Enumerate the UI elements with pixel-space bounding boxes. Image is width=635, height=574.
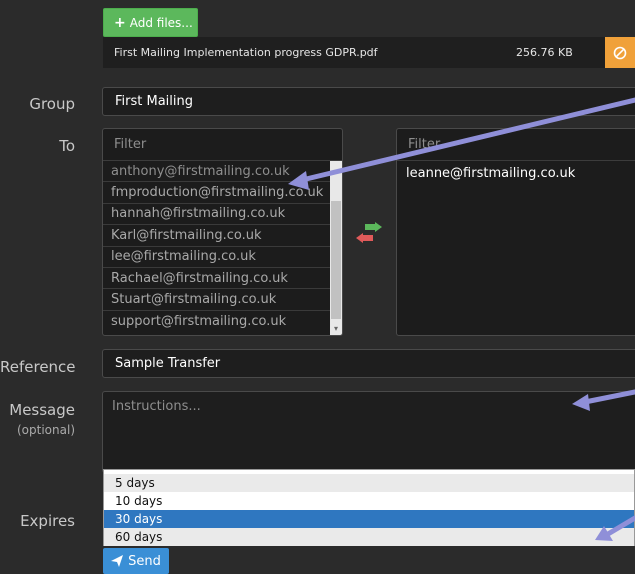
list-item[interactable]: anthony@firstmailing.co.uk bbox=[103, 161, 331, 183]
scrollbar-thumb[interactable] bbox=[331, 201, 342, 319]
ban-icon bbox=[613, 46, 627, 59]
file-size: 256.76 KB bbox=[516, 46, 573, 59]
send-label: Send bbox=[128, 553, 161, 569]
scroll-down-icon[interactable]: ▾ bbox=[330, 322, 342, 334]
expires-dropdown[interactable]: 5 days 10 days 30 days 60 days bbox=[103, 469, 635, 546]
expires-option-selected[interactable]: 30 days bbox=[104, 510, 634, 528]
message-optional-label: (optional) bbox=[17, 423, 75, 437]
message-placeholder: Instructions... bbox=[112, 399, 201, 414]
group-select[interactable]: First Mailing bbox=[102, 87, 635, 116]
selected-recipients-list[interactable]: Filter leanne@firstmailing.co.uk bbox=[396, 128, 635, 336]
message-label: Message bbox=[9, 401, 75, 419]
uploaded-file-row: First Mailing Implementation progress GD… bbox=[103, 37, 635, 68]
expires-option[interactable]: 10 days bbox=[104, 492, 634, 510]
expires-option[interactable]: 60 days bbox=[104, 528, 634, 546]
to-label: To bbox=[59, 137, 75, 155]
message-textarea[interactable]: Instructions... bbox=[102, 391, 635, 473]
selected-filter-input[interactable]: Filter bbox=[397, 129, 635, 161]
add-files-label: Add files... bbox=[129, 15, 193, 30]
list-item[interactable]: Rachael@firstmailing.co.uk bbox=[103, 268, 331, 290]
transfer-arrows-icon[interactable] bbox=[355, 222, 383, 244]
group-value: First Mailing bbox=[115, 94, 193, 109]
expires-label: Expires bbox=[20, 512, 75, 530]
list-item[interactable]: leanne@firstmailing.co.uk bbox=[397, 162, 635, 184]
list-item[interactable]: Stuart@firstmailing.co.uk bbox=[103, 289, 331, 311]
group-label: Group bbox=[29, 95, 75, 113]
list-scrollbar[interactable]: ▾ bbox=[330, 161, 342, 335]
available-filter-input[interactable]: Filter bbox=[103, 129, 342, 161]
list-item[interactable]: Karl@firstmailing.co.uk bbox=[103, 225, 331, 247]
send-button[interactable]: Send bbox=[103, 548, 169, 574]
available-recipients-list[interactable]: Filter anthony@firstmailing.co.uk fmprod… bbox=[102, 128, 343, 336]
list-item[interactable]: fmproduction@firstmailing.co.uk bbox=[103, 182, 331, 204]
selected-filter-placeholder: Filter bbox=[408, 137, 441, 152]
list-item[interactable]: hannah@firstmailing.co.uk bbox=[103, 204, 331, 226]
reference-input[interactable]: Sample Transfer bbox=[102, 349, 635, 378]
file-name: First Mailing Implementation progress GD… bbox=[114, 46, 378, 59]
list-item[interactable]: lee@firstmailing.co.uk bbox=[103, 247, 331, 268]
remove-file-button[interactable] bbox=[605, 37, 635, 68]
reference-label: Reference bbox=[0, 358, 76, 376]
available-filter-placeholder: Filter bbox=[114, 137, 147, 152]
plus-icon: + bbox=[114, 14, 126, 31]
expires-option[interactable]: 5 days bbox=[104, 474, 634, 492]
send-icon bbox=[111, 555, 124, 567]
list-item[interactable]: support@firstmailing.co.uk bbox=[103, 311, 330, 332]
add-files-button[interactable]: + Add files... bbox=[103, 8, 198, 37]
reference-value: Sample Transfer bbox=[115, 356, 221, 371]
